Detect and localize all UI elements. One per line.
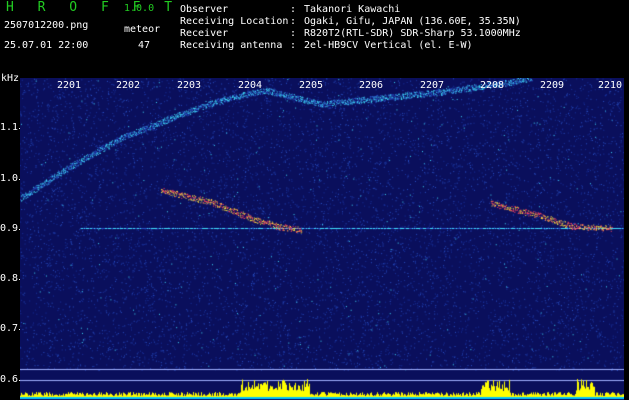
antenna-key: Receiving antenna: [180, 40, 283, 51]
y-tick-label: 1.1: [0, 122, 19, 133]
y-tick-label: 0.8: [0, 273, 19, 284]
observer-value: Takanori Kawachi: [304, 4, 401, 15]
x-tick-label: 2203: [176, 80, 202, 91]
x-tick-label: 2205: [298, 80, 324, 91]
header-panel: H R O F F T 1.0.0 2507012200.png meteor …: [0, 0, 629, 72]
detection-mode: meteor: [124, 24, 161, 35]
y-axis-unit: kHz: [1, 73, 20, 84]
location-separator: :: [290, 16, 297, 27]
waterfall-spectrogram: [20, 78, 624, 400]
x-tick-label: 2207: [419, 80, 445, 91]
x-tick-label: 2209: [539, 80, 565, 91]
antenna-separator: :: [290, 40, 297, 51]
x-tick-label: 2210: [597, 80, 623, 91]
x-tick-label: 2204: [237, 80, 263, 91]
y-tick-label: 0.7: [0, 323, 19, 334]
detection-count: 47: [138, 40, 151, 51]
file-name: 2507012200.png: [4, 20, 89, 31]
x-tick-label: 2208: [479, 80, 505, 91]
x-tick-label: 2201: [56, 80, 82, 91]
observer-key: Observer: [180, 4, 229, 15]
location-key: Receiving Location: [180, 16, 289, 27]
file-datetime: 25.07.01 22:00: [4, 40, 89, 51]
y-tick-label: 0.6: [0, 374, 19, 385]
receiver-value: R820T2(RTL-SDR) SDR-Sharp 53.1000MHz: [304, 28, 521, 39]
app-version: 1.0.0: [124, 3, 155, 14]
y-tick-label: 0.9: [0, 223, 19, 234]
x-tick-label: 2206: [358, 80, 384, 91]
observer-separator: :: [290, 4, 297, 15]
location-value: Ogaki, Gifu, JAPAN (136.60E, 35.35N): [304, 16, 521, 27]
x-tick-label: 2202: [115, 80, 141, 91]
antenna-value: 2el-HB9CV Vertical (el. E-W): [304, 40, 473, 51]
receiver-key: Receiver: [180, 28, 229, 39]
waterfall-canvas: [20, 78, 624, 400]
receiver-separator: :: [290, 28, 297, 39]
y-tick-label: 1.0: [0, 173, 19, 184]
